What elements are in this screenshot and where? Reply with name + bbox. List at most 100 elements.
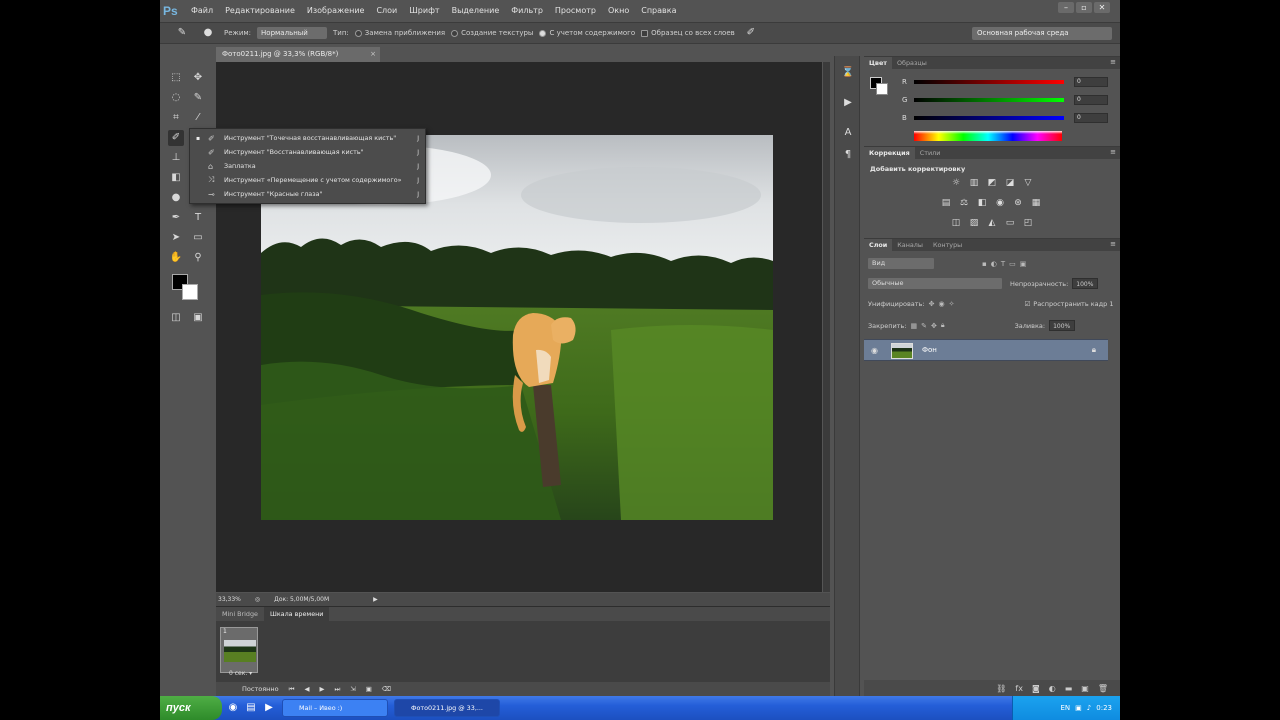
animation-frame[interactable]: 1 (220, 627, 258, 673)
sample-all-layers-checkbox[interactable]: Образец со всех слоев (641, 29, 735, 37)
taskbar-photoshop[interactable]: Фото0211.jpg @ 33,... (394, 699, 500, 717)
flyout-item-healing-brush[interactable]: ✐ Инструмент "Восстанавливающая кисть" J (190, 145, 425, 159)
lock-all-icon[interactable]: 🔒︎ (941, 321, 945, 330)
new-layer-icon[interactable]: ▣ (1081, 684, 1089, 693)
clock[interactable]: 0:23 (1096, 704, 1112, 712)
panel-menu-icon[interactable]: ≡ (1110, 240, 1116, 248)
tab-color[interactable]: Цвет (864, 57, 893, 69)
flyout-item-content-aware-move[interactable]: ⤨ Инструмент «Перемещение с учетом содер… (190, 173, 425, 187)
lasso-tool-icon[interactable]: ◌ (168, 90, 184, 106)
fill-value[interactable]: 100% (1049, 320, 1076, 331)
red-slider[interactable] (914, 80, 1064, 84)
unify-visibility-icon[interactable]: ◉ (938, 300, 944, 308)
selective-color-icon[interactable]: ◰ (1022, 217, 1034, 229)
first-frame-icon[interactable]: ⏮ (289, 685, 295, 694)
levels-icon[interactable]: ▥ (968, 177, 980, 189)
move-tool-icon[interactable]: ✥ (190, 70, 206, 86)
marquee-tool-icon[interactable]: ⬚ (168, 70, 184, 86)
lock-position-icon[interactable]: ✥ (931, 322, 937, 330)
history-panel-icon[interactable]: ⌛ (841, 66, 855, 80)
tween-icon[interactable]: ⇲ (350, 685, 355, 693)
gradient-map-icon[interactable]: ▭ (1004, 217, 1016, 229)
zoom-tool-icon[interactable]: ⚲ (190, 250, 206, 266)
new-group-icon[interactable]: ▬ (1065, 684, 1073, 693)
menu-window[interactable]: Окно (602, 0, 635, 21)
background-color-swatch[interactable] (182, 284, 198, 300)
pen-tool-icon[interactable]: ✒ (168, 210, 184, 226)
play-icon[interactable]: ▶ (319, 685, 324, 693)
taskbar-mail[interactable]: Mail – Ивео :) (282, 699, 388, 717)
radio-texture[interactable]: Создание текстуры (451, 29, 533, 37)
network-icon[interactable]: ▣ (1075, 704, 1082, 712)
channel-mixer-icon[interactable]: ⊛ (1012, 197, 1024, 209)
threshold-icon[interactable]: ◭ (986, 217, 998, 229)
hand-tool-icon[interactable]: ✋ (168, 250, 184, 266)
clone-stamp-tool-icon[interactable]: ⊥ (168, 150, 184, 166)
path-select-tool-icon[interactable]: ➤ (168, 230, 184, 246)
menu-select[interactable]: Выделение (446, 0, 506, 21)
media-quicklaunch-icon[interactable]: ▶ (262, 701, 276, 715)
duplicate-frame-icon[interactable]: ▣ (366, 685, 372, 693)
explorer-quicklaunch-icon[interactable]: ▤ (244, 701, 258, 715)
eraser-tool-icon[interactable]: ◧ (168, 170, 184, 186)
color-lookup-icon[interactable]: ▦ (1030, 197, 1042, 209)
radio-content-aware[interactable]: С учетом содержимого (539, 29, 635, 37)
eyedropper-tool-icon[interactable]: ⁄ (190, 110, 206, 126)
tab-swatches[interactable]: Образцы (892, 57, 932, 69)
status-info-icon[interactable]: ◎ (255, 596, 260, 603)
menu-file[interactable]: Файл (185, 0, 219, 21)
menu-view[interactable]: Просмотр (549, 0, 602, 21)
close-document-icon[interactable]: × (370, 47, 376, 62)
link-layers-icon[interactable]: ⛓ (996, 684, 1006, 693)
invert-icon[interactable]: ◫ (950, 217, 962, 229)
type-tool-icon[interactable]: T (190, 210, 206, 226)
loop-select[interactable]: Постоянно (242, 685, 279, 693)
tool-preset-icon[interactable]: ✎ (172, 25, 192, 41)
filter-smart-icon[interactable]: ▣ (1020, 260, 1027, 268)
tab-styles[interactable]: Стили (915, 147, 946, 159)
close-window-button[interactable]: ✕ (1094, 2, 1110, 13)
propagate-checkbox-icon[interactable]: ☑ (1024, 300, 1030, 308)
new-adjustment-icon[interactable]: ◐ (1049, 684, 1056, 693)
quick-select-tool-icon[interactable]: ✎ (190, 90, 206, 106)
filter-type-icon[interactable]: T (1001, 260, 1005, 268)
actions-panel-icon[interactable]: ▶ (841, 96, 855, 110)
brightness-contrast-icon[interactable]: ☼ (950, 177, 962, 189)
vertical-scrollbar[interactable] (822, 62, 830, 592)
menu-edit[interactable]: Редактирование (219, 0, 301, 21)
menu-type[interactable]: Шрифт (403, 0, 445, 21)
add-mask-icon[interactable]: ◙ (1032, 684, 1040, 693)
flyout-item-patch[interactable]: ⌂ Заплатка J (190, 159, 425, 173)
posterize-icon[interactable]: ▨ (968, 217, 980, 229)
brush-size-icon[interactable]: ● (198, 25, 218, 41)
filter-shape-icon[interactable]: ▭ (1009, 260, 1016, 268)
quick-mask-icon[interactable]: ◫ (168, 310, 184, 326)
lock-transparent-icon[interactable]: ▦ (910, 322, 917, 330)
tab-paths[interactable]: Контуры (928, 239, 967, 251)
panel-menu-icon[interactable]: ≡ (1110, 58, 1116, 66)
blur-tool-icon[interactable]: ● (168, 190, 184, 206)
next-frame-icon[interactable]: ⏭ (334, 685, 340, 694)
red-value[interactable]: 0 (1074, 77, 1108, 87)
minimize-button[interactable]: – (1058, 2, 1074, 13)
color-spectrum-ramp[interactable] (914, 131, 1062, 141)
tab-adjustments[interactable]: Коррекция (864, 147, 915, 159)
filter-pixel-icon[interactable]: ▪ (982, 260, 987, 268)
curves-icon[interactable]: ◩ (986, 177, 998, 189)
tab-layers[interactable]: Слои (864, 239, 893, 251)
delete-frame-icon[interactable]: ⌫ (382, 685, 391, 693)
mode-select[interactable]: Нормальный (257, 27, 328, 39)
blend-mode-select[interactable]: Обычные (868, 278, 1002, 289)
rectangle-tool-icon[interactable]: ▭ (190, 230, 206, 246)
filter-adjustment-icon[interactable]: ◐ (991, 260, 997, 268)
paragraph-panel-icon[interactable]: ¶ (841, 148, 855, 162)
language-icon[interactable]: EN (1061, 704, 1071, 712)
flyout-item-spot-healing[interactable]: ▪ ✐ Инструмент "Точечная восстанавливающ… (190, 131, 425, 145)
color-bg-swatch[interactable] (876, 83, 888, 95)
hue-saturation-icon[interactable]: ▤ (940, 197, 952, 209)
browser-quicklaunch-icon[interactable]: ◉ (226, 701, 240, 715)
black-white-icon[interactable]: ◧ (976, 197, 988, 209)
tab-timeline[interactable]: Шкала времени (263, 607, 330, 621)
workspace-select[interactable]: Основная рабочая среда (972, 27, 1112, 40)
document-tab[interactable]: Фото0211.jpg @ 33,3% (RGB/8*) × (216, 47, 380, 62)
